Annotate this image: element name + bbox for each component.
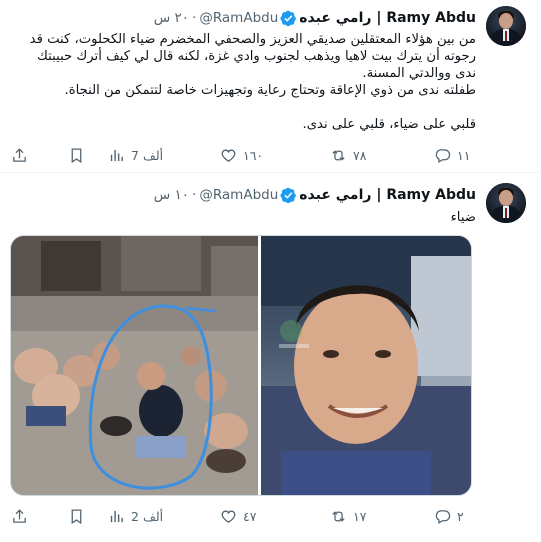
separator-dot: · [192,10,197,26]
tweet-text: ضياء [14,209,476,226]
like-icon [221,149,236,162]
reply-icon [435,509,451,524]
tweet-line [14,99,476,116]
separator-dot: · [192,187,197,203]
reply-button[interactable]: ٢ [434,506,464,526]
handle[interactable]: @RamAbdu [199,187,278,203]
reply-button[interactable]: ١١ [434,145,470,165]
verified-badge-icon [280,10,297,26]
likes-count: ٤٧ [243,508,257,524]
share-button[interactable] [11,506,28,526]
tweet-1[interactable]: Ramy Abdu | رامي عبده @RamAbdu · ٢٠ س من… [0,0,541,172]
detainees-photo[interactable] [11,236,258,495]
display-name[interactable]: Ramy Abdu | رامي عبده [299,10,476,26]
share-icon [13,147,26,162]
views-stat[interactable]: 7 ألف [108,145,163,165]
tweet-media-grid[interactable] [10,235,472,496]
likes-count: ١٦٠ [243,147,264,163]
views-icon [110,149,123,161]
retweets-count: ٧٨ [353,147,367,163]
views-button[interactable] [68,145,85,165]
replies-count: ٢ [457,508,464,524]
tweet-line: ندى ووالدتي المسنة. [362,66,476,81]
tweet-line: طفلته ندى من ذوي الإعاقة وتحتاج رعاية وت… [64,83,477,98]
timestamp[interactable]: ٢٠ س [154,10,189,26]
verified-badge-icon [280,187,297,203]
avatar[interactable] [486,183,526,223]
like-icon [221,510,236,523]
like-button[interactable]: ٤٧ [220,506,256,526]
tweet-actions: 2 ألف ٤٧ ١٧ ٢ [0,506,541,526]
bookmark-icon [71,147,82,163]
tweet-line: من بين هؤلاء المعتقلين صديقي العزيز والص… [29,32,476,47]
views-count: 2 ألف [131,508,164,524]
avatar[interactable] [486,6,526,46]
portrait-photo[interactable] [261,236,471,495]
views-stat[interactable]: 2 ألف [108,506,163,526]
like-button[interactable]: ١٦٠ [220,145,263,165]
views-button[interactable] [68,506,85,526]
replies-count: ١١ [457,147,471,163]
views-count: 7 ألف [131,147,164,163]
share-button[interactable] [11,145,28,165]
tweet-line: قلبي على ضياء، قلبي على ندى. [302,117,476,132]
tweet-line: رجوته أن يترك بيت لاهيا ويذهب لجنوب وادي… [37,49,476,64]
reply-icon [435,148,451,163]
views-icon [110,510,123,522]
retweet-button[interactable]: ٧٨ [330,145,366,165]
tweet-actions: 7 ألف ١٦٠ ٧٨ ١١ [0,145,541,165]
timestamp[interactable]: ١٠ س [154,187,189,203]
retweets-count: ١٧ [353,508,367,524]
retweet-button[interactable]: ١٧ [330,506,366,526]
tweet-header: Ramy Abdu | رامي عبده @RamAbdu · ٢٠ س [154,8,476,28]
handle[interactable]: @RamAbdu [199,10,278,26]
retweet-icon [332,149,345,161]
bookmark-icon [71,508,82,524]
share-icon [13,508,26,523]
tweet-text: من بين هؤلاء المعتقلين صديقي العزيز والص… [14,31,476,133]
tweet-line: ضياء [450,210,476,225]
retweet-icon [332,510,345,522]
tweet-header: Ramy Abdu | رامي عبده @RamAbdu · ١٠ س [154,185,476,205]
detainees-photo-drawing [11,236,258,495]
portrait-photo-drawing [261,236,471,495]
display-name[interactable]: Ramy Abdu | رامي عبده [299,187,476,203]
